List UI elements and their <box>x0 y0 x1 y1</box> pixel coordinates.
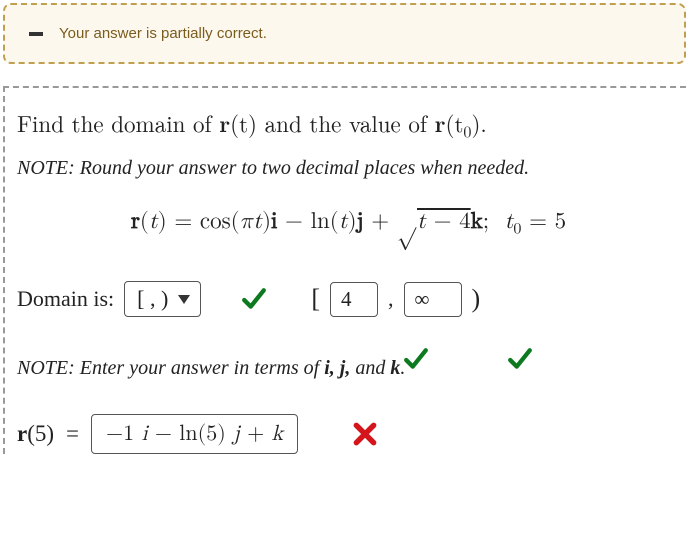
answer-row: r(5) = −1 i − ln(5) j + k <box>17 414 680 454</box>
dropdown-value: [ , ) <box>137 286 168 312</box>
equation-display: r(t) = cos(πt)i − ln(t)j + √t − 4k; t0 =… <box>17 208 680 240</box>
check-icon <box>507 346 533 372</box>
prompt-r: r <box>219 106 230 139</box>
prompt-arg: (t) <box>230 106 257 139</box>
prompt-close: ). <box>471 106 486 139</box>
prompt-text: Find the domain of <box>17 106 219 139</box>
note2-prefix: NOTE: Enter your answer in terms of <box>17 357 324 379</box>
rounding-note: NOTE: Round your answer to two decimal p… <box>17 157 680 180</box>
check-icon <box>241 286 267 312</box>
answer-lhs: r(5) <box>17 421 54 447</box>
prompt-arg2: (t <box>446 106 464 139</box>
question-container: Find the domain of r(t) and the value of… <box>3 86 686 454</box>
minus-icon <box>29 32 43 36</box>
check-icon <box>403 346 429 372</box>
comma: , <box>388 286 394 312</box>
note2-ij: i, j, <box>324 357 350 379</box>
interval-type-dropdown[interactable]: [ , ) <box>124 281 201 317</box>
cross-icon <box>352 421 378 447</box>
upper-bound-input[interactable]: ∞ <box>404 282 462 317</box>
chevron-down-icon <box>178 295 190 304</box>
question-prompt: Find the domain of r(t) and the value of… <box>17 106 680 143</box>
bracket-open: [ <box>311 284 320 314</box>
ijk-note: NOTE: Enter your answer in terms of i, j… <box>17 357 680 380</box>
prompt-r2: r <box>435 106 446 139</box>
feedback-message: Your answer is partially correct. <box>59 25 267 42</box>
equals-sign: = <box>66 421 79 447</box>
domain-label: Domain is: <box>17 286 114 312</box>
note2-k: k <box>390 357 400 379</box>
note2-and: and <box>350 357 390 379</box>
domain-row: Domain is: [ , ) [ 4 , ∞ ) <box>17 281 680 317</box>
bracket-close: ) <box>472 284 481 314</box>
vector-answer-input[interactable]: −1 i − ln(5) j + k <box>91 414 298 454</box>
prompt-text2: and the value of <box>257 106 435 139</box>
feedback-banner: Your answer is partially correct. <box>3 3 686 64</box>
lower-bound-input[interactable]: 4 <box>330 282 378 317</box>
